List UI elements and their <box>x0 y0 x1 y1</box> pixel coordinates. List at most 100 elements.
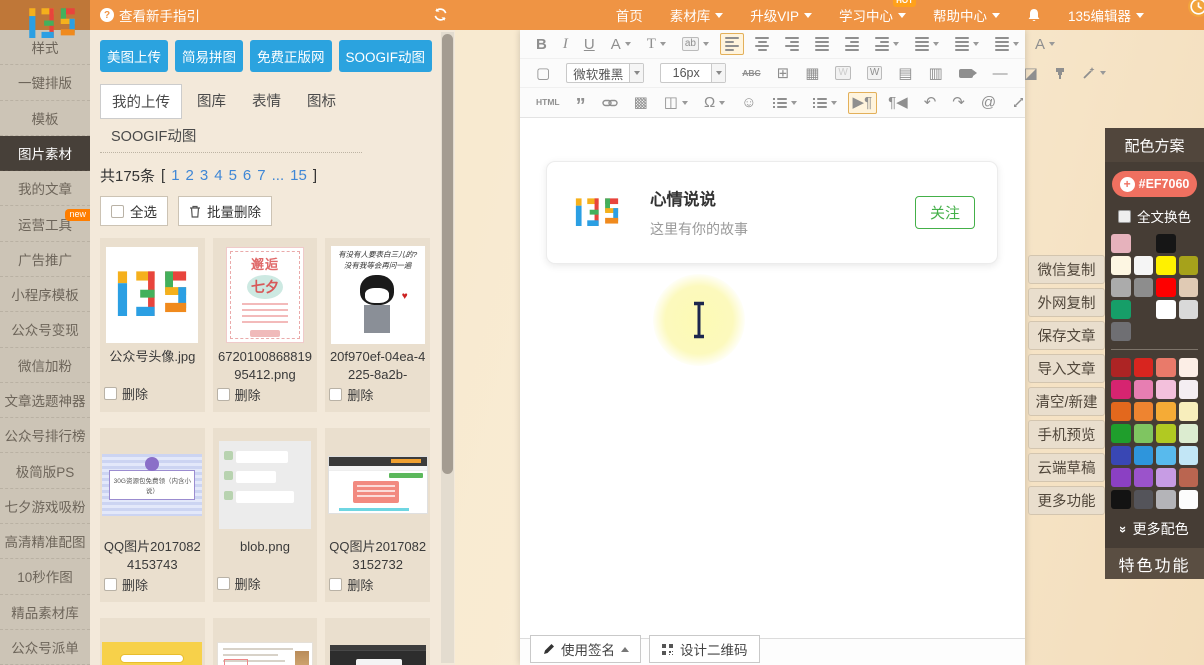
horizontal-line-icon[interactable]: — <box>988 62 1013 84</box>
beginner-guide-link[interactable]: ? 查看新手指引 <box>100 5 200 25</box>
color-swatch-fceee6[interactable] <box>1179 358 1199 377</box>
sidebar-account-ranking[interactable]: 公众号排行榜 <box>0 418 90 453</box>
highlight-icon[interactable]: ab <box>677 33 714 55</box>
color-swatch-f4eef2[interactable] <box>1179 380 1199 399</box>
card-logo-image-thumbnail[interactable] <box>100 244 205 346</box>
batch-delete-button[interactable]: 批量删除 <box>178 196 272 226</box>
color-swatch-e6b2bc[interactable] <box>1111 234 1131 253</box>
easy-collage-button[interactable]: 简易拼图 <box>175 40 243 72</box>
color-swatch-e97a6a[interactable] <box>1156 358 1176 377</box>
format-painter-icon[interactable] <box>1049 62 1071 84</box>
color-swatch-e0cab4[interactable] <box>1179 278 1199 297</box>
nav-material-library[interactable]: 素材库 <box>670 5 724 25</box>
insert-table-icon[interactable]: ⊞ <box>772 62 795 84</box>
emoticon-icon[interactable]: ☺ <box>736 92 761 114</box>
tab-my-uploads[interactable]: 我的上传 <box>100 84 182 119</box>
color-swatch-d8251f[interactable] <box>1134 358 1154 377</box>
color-swatch-e77eb2[interactable] <box>1134 380 1154 399</box>
sidebar-account-monetize[interactable]: 公众号变现 <box>0 312 90 347</box>
color-swatch-f5f5f5[interactable] <box>1134 256 1154 275</box>
color-swatch-f5ab36[interactable] <box>1156 402 1176 421</box>
paragraph-spacing-icon[interactable] <box>950 33 984 55</box>
paragraph-forward-icon[interactable]: ▶¶ <box>848 92 878 114</box>
card-qixi-poster-thumbnail[interactable]: 邂逅七夕 <box>213 244 318 346</box>
color-swatch-fff100[interactable] <box>1156 256 1176 275</box>
tab-soogif[interactable]: SOOGIF动图 <box>100 119 207 152</box>
color-swatch-ad2424[interactable] <box>1111 358 1131 377</box>
page-layout-icon[interactable]: ▦ <box>800 62 824 84</box>
special-char-icon[interactable]: Ω <box>699 92 730 114</box>
color-swatch-b1c922[interactable] <box>1156 424 1176 443</box>
sidebar-topic-tool[interactable]: 文章选题神器 <box>0 383 90 418</box>
insert-link-icon[interactable] <box>597 92 623 114</box>
color-swatch-131313[interactable] <box>1111 490 1131 509</box>
page-link-6[interactable]: 6 <box>243 167 251 184</box>
color-swatch-1f9e2c[interactable] <box>1111 424 1131 443</box>
card-cartoon-thumbnail[interactable]: 有没有人要表白三儿的?没有我等会再问一遍♥ <box>325 244 430 346</box>
align-center-icon[interactable] <box>750 33 774 55</box>
full-recolor-checkbox[interactable] <box>1118 210 1131 223</box>
mention-icon[interactable]: @ <box>976 92 1001 114</box>
page-link-7[interactable]: 7 <box>257 167 265 184</box>
page-link-3[interactable]: 3 <box>200 167 208 184</box>
chevron-down-icon[interactable] <box>629 64 643 82</box>
indent-right-icon[interactable] <box>840 33 864 55</box>
more-functions-button[interactable]: 更多功能 <box>1028 486 1105 515</box>
color-swatch-d62470[interactable] <box>1111 380 1131 399</box>
letter-spacing-icon[interactable] <box>990 33 1024 55</box>
sidebar-ad-promotion[interactable]: 广告推广 <box>0 242 90 277</box>
italic-icon[interactable]: I <box>558 33 573 55</box>
card-cartoon-delete-checkbox[interactable] <box>329 388 342 401</box>
editor-content[interactable]: 心情说说 这里有你的故事 关注 <box>520 118 1025 638</box>
card-gif-tutorial-thumbnail[interactable]: 常见操作GIF教程! <box>100 624 205 665</box>
card-chat-screenshot-thumbnail[interactable] <box>213 434 318 536</box>
color-swatch-fcfcfc[interactable] <box>1179 490 1199 509</box>
color-swatch-ababab[interactable] <box>1111 278 1131 297</box>
more-colors-button[interactable]: » 更多配色 <box>1105 519 1204 539</box>
card-cartoon-delete-control[interactable]: 删除 <box>325 383 430 412</box>
sidebar-simple-ps[interactable]: 极简版PS <box>0 453 90 488</box>
tab-gallery[interactable]: 图库 <box>186 84 237 119</box>
free-stock-button[interactable]: 免费正版网 <box>250 40 332 72</box>
font-family-select-icon[interactable]: 微软雅黑 <box>561 62 649 84</box>
sidebar-one-click-layout[interactable]: 一键排版 <box>0 65 90 100</box>
color-swatch-7fc561[interactable] <box>1134 424 1154 443</box>
font-color-icon[interactable]: A <box>606 33 636 55</box>
color-swatch-2e95dc[interactable] <box>1134 446 1154 465</box>
color-swatch-b4b4b8[interactable] <box>1156 490 1176 509</box>
nav-account[interactable]: 135编辑器 <box>1068 5 1144 25</box>
sidebar-image-material[interactable]: 图片素材 <box>0 136 90 171</box>
card-banner-thumbnail[interactable]: 30G资源包免费领（内含小说） <box>100 434 205 536</box>
tab-emoticons[interactable]: 表情 <box>241 84 292 119</box>
card-chat-screenshot-delete-control[interactable]: 删除 <box>213 572 318 601</box>
new-document-icon[interactable]: ▢ <box>531 62 555 84</box>
color-swatch-fe0000[interactable] <box>1156 278 1176 297</box>
card-web-screenshot-thumbnail[interactable] <box>325 434 430 536</box>
bold-icon[interactable]: B <box>531 33 552 55</box>
blockquote-icon[interactable]: ” <box>571 92 591 114</box>
meitu-upload-button[interactable]: 美图上传 <box>100 40 168 72</box>
featured-functions-button[interactable]: 特色功能 <box>1105 548 1204 579</box>
font-size-select-icon[interactable]: 16px <box>655 62 731 84</box>
sidebar-wechat-followers[interactable]: 微信加粉 <box>0 348 90 383</box>
sidebar-qixi-game[interactable]: 七夕游戏吸粉 <box>0 489 90 524</box>
panel-scrollbar[interactable] <box>441 32 454 663</box>
ordered-list-icon[interactable] <box>768 92 802 114</box>
sidebar-premium-material[interactable]: 精品素材库 <box>0 595 90 630</box>
clock-widget-icon[interactable] <box>1187 0 1204 23</box>
color-swatch-c2e6f6[interactable] <box>1179 446 1199 465</box>
nav-home[interactable]: 首页 <box>616 5 643 25</box>
full-recolor-control[interactable]: 全文换色 <box>1105 206 1204 226</box>
magic-fill-icon[interactable] <box>1077 62 1111 84</box>
color-swatch-d9d9d9[interactable] <box>1179 300 1199 319</box>
cloud-draft-button[interactable]: 云端草稿 <box>1028 453 1105 482</box>
soogif-button[interactable]: SOOGIF动图 <box>339 40 433 72</box>
card-qixi-poster-delete-checkbox[interactable] <box>217 388 230 401</box>
align-justify-icon[interactable] <box>810 33 834 55</box>
refresh-icon[interactable] <box>433 7 448 27</box>
external-copy-button[interactable]: 外网复制 <box>1028 288 1105 317</box>
color-swatch-9b53cb[interactable] <box>1134 468 1154 487</box>
card-chat-screenshot-delete-checkbox[interactable] <box>217 577 230 590</box>
line-height-icon[interactable] <box>910 33 944 55</box>
sidebar-10s-design[interactable]: 10秒作图 <box>0 559 90 594</box>
